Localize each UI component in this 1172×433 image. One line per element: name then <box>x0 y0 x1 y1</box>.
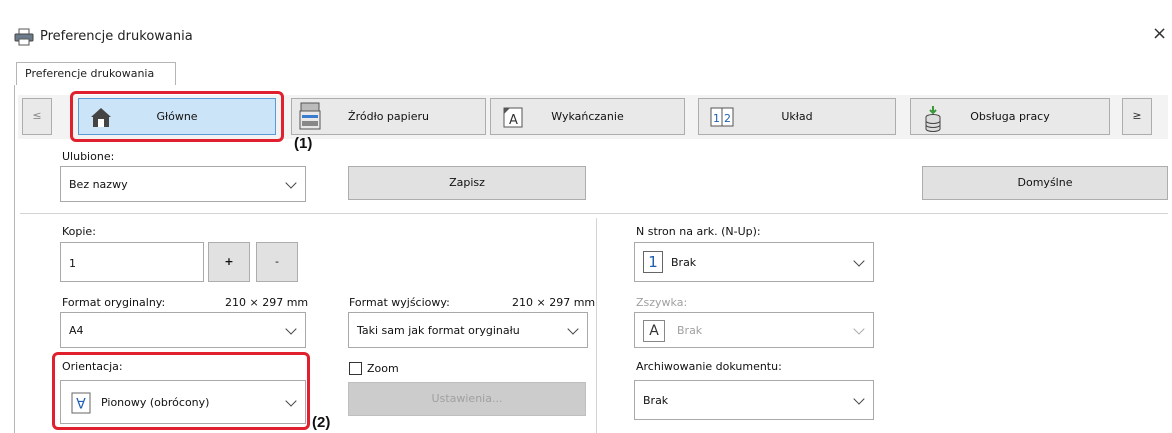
nup-page-icon: 1 <box>643 251 663 273</box>
chevron-down-icon <box>567 323 579 335</box>
copies-increment-button[interactable]: + <box>208 242 250 282</box>
highlight-box-1 <box>70 91 284 142</box>
nup-select[interactable]: 1 Brak <box>634 242 874 282</box>
archive-value: Brak <box>643 393 669 407</box>
output-size-label: Format wyjściowy: <box>349 296 450 309</box>
copies-value: 1 <box>69 257 76 270</box>
nav-item-label: Wykańczanie <box>551 110 624 123</box>
defaults-button[interactable]: Domyślne <box>922 166 1168 200</box>
favorites-label: Ulubione: <box>62 150 115 163</box>
favorites-value: Bez nazwy <box>69 177 128 191</box>
nav-item-finishing[interactable]: A Wykańczanie <box>490 98 685 135</box>
nav-item-job-handling[interactable]: Obsługa pracy <box>910 98 1110 135</box>
nav-item-label: Źródło papieru <box>348 110 429 123</box>
favorites-select[interactable]: Bez nazwy <box>60 166 306 202</box>
nav-next-button[interactable]: ≥ <box>1122 98 1152 135</box>
callout-1: (1) <box>294 135 313 152</box>
original-size-select[interactable]: A4 <box>60 312 306 348</box>
output-size-dims: 210 × 297 mm <box>512 296 596 309</box>
close-icon[interactable]: × <box>1152 25 1167 43</box>
staple-select[interactable]: A Brak <box>634 312 874 348</box>
staple-icon: A <box>643 320 665 342</box>
copies-decrement-button[interactable]: - <box>256 242 298 282</box>
copies-label: Kopie: <box>62 225 96 238</box>
output-size-select[interactable]: Taki sam jak format oryginału <box>348 312 588 348</box>
zoom-settings-button[interactable]: Ustawienia... <box>348 382 586 416</box>
chevron-down-icon <box>285 323 297 335</box>
chevron-down-icon <box>853 393 865 405</box>
nup-value: Brak <box>671 255 697 269</box>
printer-icon <box>14 28 34 46</box>
chevron-down-icon <box>285 177 297 189</box>
chevron-down-icon <box>853 255 865 267</box>
staple-label: Zszywka: <box>636 296 688 309</box>
nav-item-label: Układ <box>781 110 813 123</box>
archive-label: Archiwowanie dokumentu: <box>636 360 782 373</box>
copies-input[interactable]: 1 <box>60 242 204 282</box>
section-divider <box>20 213 1168 214</box>
zoom-label: Zoom <box>367 362 399 375</box>
output-size-value: Taki sam jak format oryginału <box>357 323 520 337</box>
zoom-checkbox[interactable] <box>349 362 362 375</box>
nav-item-layout[interactable]: 1 2 Układ <box>698 98 896 135</box>
nav-item-paper-source[interactable]: Źródło papieru <box>291 98 486 135</box>
nav-prev-button[interactable]: ≤ <box>22 98 52 135</box>
callout-2: (2) <box>312 414 331 431</box>
original-size-label: Format oryginalny: <box>62 296 166 309</box>
archive-select[interactable]: Brak <box>634 380 874 420</box>
save-button[interactable]: Zapisz <box>348 166 586 200</box>
chevron-down-icon <box>853 323 865 335</box>
original-size-value: A4 <box>69 323 84 337</box>
nav-item-label: Obsługa pracy <box>970 110 1050 123</box>
highlight-box-2 <box>52 352 310 430</box>
window-title: Preferencje drukowania <box>40 29 193 44</box>
nup-label: N stron na ark. (N-Up): <box>636 225 761 238</box>
staple-value: Brak <box>677 323 703 337</box>
tab-printing-preferences[interactable]: Preferencje drukowania <box>16 62 176 86</box>
original-size-dims: 210 × 297 mm <box>225 296 309 309</box>
column-divider <box>596 218 597 433</box>
